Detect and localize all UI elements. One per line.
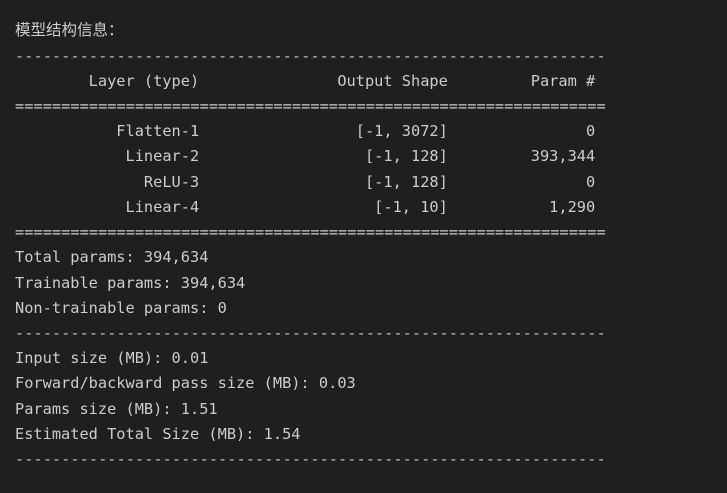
separator-equals-footer: ========================================… bbox=[15, 223, 606, 241]
table-header-row: Layer (type) Output Shape Param # bbox=[15, 72, 596, 90]
cell-output-panel: 模型结构信息： --------------------------------… bbox=[0, 0, 727, 493]
separator-equals-header: ========================================… bbox=[15, 97, 606, 115]
separator-dashes-middle: ----------------------------------------… bbox=[15, 324, 606, 342]
input-size-line: Input size (MB): 0.01 bbox=[15, 349, 209, 367]
forward-backward-size-line: Forward/backward pass size (MB): 0.03 bbox=[15, 374, 356, 392]
table-row-flatten-1: Flatten-1 [-1, 3072] 0 bbox=[15, 122, 596, 140]
table-row-linear-4: Linear-4 [-1, 10] 1,290 bbox=[15, 198, 596, 216]
non-trainable-params-line: Non-trainable params: 0 bbox=[15, 299, 227, 317]
table-row-linear-2: Linear-2 [-1, 128] 393,344 bbox=[15, 147, 596, 165]
total-params-line: Total params: 394,634 bbox=[15, 248, 209, 266]
separator-dashes-top: ----------------------------------------… bbox=[15, 47, 606, 65]
trainable-params-line: Trainable params: 394,634 bbox=[15, 274, 246, 292]
params-size-line: Params size (MB): 1.51 bbox=[15, 400, 218, 418]
table-row-relu-3: ReLU-3 [-1, 128] 0 bbox=[15, 173, 596, 191]
separator-dashes-bottom: ----------------------------------------… bbox=[15, 450, 606, 468]
output-heading: 模型结构信息： bbox=[15, 21, 124, 39]
estimated-total-size-line: Estimated Total Size (MB): 1.54 bbox=[15, 425, 301, 443]
